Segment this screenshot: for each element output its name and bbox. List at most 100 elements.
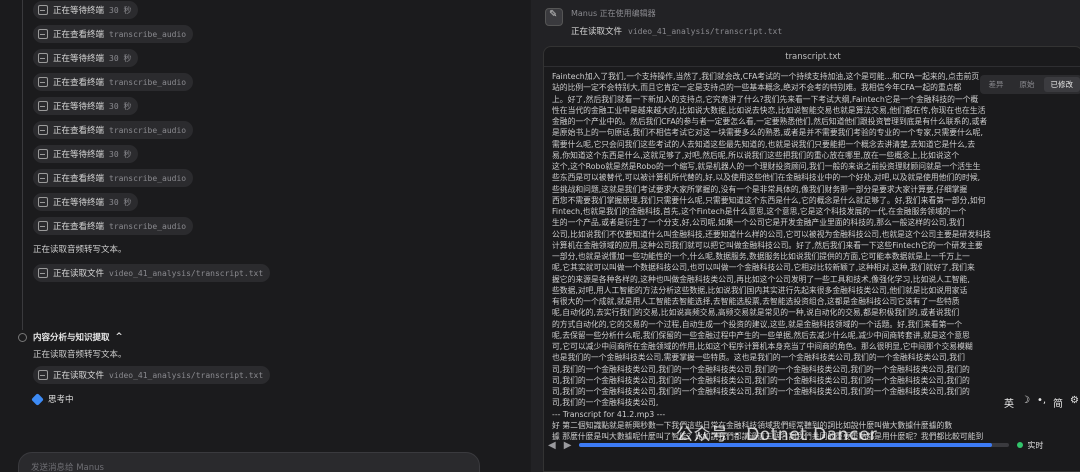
chip-arg: 30 秒 bbox=[109, 197, 132, 207]
file-line: 性在当代的金融工业中是越来越大的,比如说大数据,比如说去快恋,比如说智能交易也就… bbox=[552, 105, 986, 115]
terminal-icon bbox=[38, 197, 48, 207]
chip-arg: 30 秒 bbox=[109, 5, 132, 15]
terminal-icon bbox=[38, 53, 48, 63]
progress-track[interactable] bbox=[579, 443, 1010, 447]
file-line: 司,我们的一个金融科技类公司, bbox=[552, 398, 659, 408]
thinking-indicator: 思考中 bbox=[31, 392, 74, 406]
replay-bar: ◀ ▶ 实时 bbox=[548, 432, 1080, 458]
chip-arg: 30 秒 bbox=[109, 53, 132, 63]
chip-verb: 正在查看终端 bbox=[53, 30, 105, 40]
terminal-step-chip[interactable]: 正在等待终端 30 秒 bbox=[33, 193, 139, 211]
file-line: Fintech,也就是我们的金融科技,首先,这个Fintech是什么意思,这个意… bbox=[552, 207, 967, 216]
terminal-icon bbox=[38, 149, 48, 159]
file-line: 有很大的一个成就,就是用人工智能去智能选择,去智能选股票,去智能选投资组合,这都… bbox=[552, 297, 960, 306]
file-line: 可,它可以减少中间商所在金融领域的作用,比如这个程序计算机本身充当了中间商的角色… bbox=[552, 342, 973, 351]
terminal-step-chip[interactable]: 正在等待终端 30 秒 bbox=[33, 145, 139, 163]
file-line: 是原始书上的一句原话,我们不相信考试它对这一块需要多么的熟悉,或者是并不需要我们… bbox=[552, 128, 983, 138]
chip-verb: 正在等待终端 bbox=[53, 54, 105, 64]
file-line: 呢,它其实就可以叫做一个数据科技公司,也可以叫做一个金融科技公司,它相对比较新颖… bbox=[552, 263, 975, 273]
terminal-icon bbox=[38, 370, 48, 380]
file-line: 司,我们的一个金融科技类公司,我们的一个金融科技类公司,我们的一个金融科技类公司… bbox=[552, 375, 970, 385]
file-line: --- Transcript for 41.2.mp3 --- bbox=[552, 409, 666, 419]
section-title: 内容分析与知识提取 bbox=[33, 333, 110, 343]
mode-modified[interactable]: 已修改 bbox=[1043, 77, 1080, 92]
file-line: 些挑战和问题,这就是我们考试要求大家所掌握的,没有一个是非常具体的,像我们财务那… bbox=[552, 184, 968, 194]
terminal-step-chip[interactable]: 正在读取文件 video_41_analysis/transcript.txt bbox=[33, 264, 271, 282]
chip-verb: 正在查看终端 bbox=[53, 174, 105, 184]
file-title: transcript.txt bbox=[544, 47, 1080, 67]
file-line: 司,我们的一个金融科技类公司,我们的一个金融科技类公司,我们的一个金融科技类公司… bbox=[552, 387, 970, 396]
message-composer[interactable]: 发送消息给 Manus bbox=[18, 452, 480, 472]
terminal-icon bbox=[38, 221, 48, 231]
chip-arg: transcribe_audio bbox=[109, 221, 187, 231]
computer-header: Manus 正在使用编辑器 正在读取文件 video_41_analysis/t… bbox=[545, 8, 782, 37]
live-label: 实时 bbox=[1027, 440, 1044, 450]
chip-arg: transcribe_audio bbox=[109, 173, 187, 183]
chip-verb: 正在等待终端 bbox=[53, 6, 105, 16]
file-line: 些数据,对吧,用人工智能的方法分析这些数据,比如说我们国内其实进行先起来很多金融… bbox=[552, 285, 968, 295]
next-step-button[interactable]: ▶ bbox=[564, 440, 572, 451]
file-line: 计算机在金融领域的应用,这种公司我们就可以把它叫做金融科技公司。好了,然后我们来… bbox=[552, 240, 983, 250]
ime-lang-button[interactable]: 英 bbox=[1004, 395, 1014, 410]
chip-arg: 30 秒 bbox=[109, 149, 132, 159]
chip-verb: 正在查看终端 bbox=[53, 222, 105, 232]
terminal-step-chip[interactable]: 正在等待终端 30 秒 bbox=[33, 97, 139, 115]
chip-verb: 正在查看终端 bbox=[53, 126, 105, 136]
chip-verb: 正在等待终端 bbox=[53, 102, 105, 112]
terminal-icon bbox=[38, 125, 48, 135]
mode-diff[interactable]: 差异 bbox=[982, 77, 1011, 92]
terminal-step-chip[interactable]: 正在查看终端 transcribe_audio bbox=[33, 25, 194, 43]
chevron-up-icon: ^ bbox=[115, 332, 123, 342]
chip-verb: 正在读取文件 bbox=[53, 371, 105, 381]
file-line: 呢,去保留一些分析什么呢,我们保留的一些金融过程中产生的一些单据,然后去减少什么… bbox=[552, 330, 970, 340]
chip-verb: 正在等待终端 bbox=[53, 150, 105, 160]
terminal-step-chip[interactable]: 正在等待终端 30 秒 bbox=[33, 1, 139, 19]
computer-pane: Manus 正在使用编辑器 正在读取文件 video_41_analysis/t… bbox=[531, 0, 1080, 472]
mode-original[interactable]: 原始 bbox=[1013, 77, 1042, 92]
step-text: 正在读取音频转写文本。 bbox=[33, 245, 127, 255]
thinking-label: 思考中 bbox=[48, 395, 74, 405]
chip-verb: 正在读取文件 bbox=[53, 269, 105, 279]
action-arg: video_41_analysis/transcript.txt bbox=[628, 26, 783, 36]
file-line: 也是我们的一个金融科技类公司,需要掌握一些特质。这也是我们的一个金融科技类公司,… bbox=[552, 353, 965, 363]
terminal-step-chip[interactable]: 正在查看终端 transcribe_audio bbox=[33, 121, 194, 139]
terminal-icon bbox=[38, 77, 48, 87]
chip-arg: transcribe_audio bbox=[109, 77, 187, 87]
progress-fill bbox=[579, 443, 993, 447]
moon-icon[interactable]: ☽ bbox=[1021, 395, 1030, 410]
section-status-icon bbox=[18, 332, 27, 342]
terminal-icon bbox=[38, 5, 48, 15]
simplified-button[interactable]: 简 bbox=[1053, 395, 1063, 410]
file-line: 呢,自动化的,去实行我们的交易,比如说高频交易,高频交易就是常见的一种,说自动化… bbox=[552, 308, 960, 318]
file-line: 上。好了,然后我们就看一下新加入的支持点,它究竟讲了什么?我们先来看一下考试大纲… bbox=[552, 94, 979, 104]
file-line: 的方式自动化的,它的交易的一个过程,自动生成一个投资的建议,这些,就是金融科技领… bbox=[552, 319, 963, 329]
section-header[interactable]: 内容分析与知识提取 ^ bbox=[18, 331, 123, 343]
file-viewer: transcript.txt Faintech加入了我们,一个支持操作,当然了,… bbox=[543, 46, 1080, 472]
gear-icon[interactable]: ⚙ bbox=[1070, 395, 1079, 410]
chat-pane: 正在等待终端 30 秒正在查看终端 transcribe_audio 正在等待终端 30… bbox=[0, 0, 530, 472]
file-line: 公司,比如说我们不仅要知道什么叫金融科技,还要知道什么样的公司,它可以被视为金融… bbox=[552, 229, 991, 239]
terminal-step-chip[interactable]: 正在等待终端 30 秒 bbox=[33, 49, 139, 67]
read-file-chip[interactable]: 正在读取文件 video_41_analysis/transcript.txt bbox=[33, 366, 271, 384]
file-line: 这个,这个Robo就是然是Robo的一个缩写,就是机器人的一个理财投资顾问,我们… bbox=[552, 162, 981, 171]
file-content[interactable]: Faintech加入了我们,一个支持操作,当然了,我们就会改,CFA考试的一个持… bbox=[552, 71, 1080, 442]
chip-arg: video_41_analysis/transcript.txt bbox=[109, 370, 264, 380]
editor-icon bbox=[545, 8, 563, 26]
chip-verb: 正在等待终端 bbox=[53, 198, 105, 208]
live-indicator[interactable]: 实时 bbox=[1017, 440, 1043, 451]
spark-icon bbox=[31, 392, 44, 406]
computer-status: Manus 正在使用编辑器 bbox=[571, 9, 656, 18]
file-line: 一部分,也就是说懂加一些功能性的一个,什么呢,数据服务,数据服务比如说我们提供的… bbox=[552, 252, 970, 261]
file-line: 西您不需要我们掌握原理,我们只需要什么呢,只需要知道这个东西是什么,它的概念是什… bbox=[552, 195, 986, 205]
chip-arg: video_41_analysis/transcript.txt bbox=[109, 268, 264, 278]
composer-placeholder: 发送消息给 Manus bbox=[31, 463, 104, 472]
terminal-step-chip[interactable]: 正在查看终端 transcribe_audio bbox=[33, 217, 194, 235]
ime-toolbar: 英 ☽ •, 简 ⚙ bbox=[1004, 395, 1079, 410]
terminal-step-chip[interactable]: 正在查看终端 transcribe_audio bbox=[33, 169, 194, 187]
view-mode-toggle: 差异 原始 已修改 bbox=[979, 75, 1080, 94]
file-line: 金融的一个产业中的。然后我们CFA的参与者一定要怎么看,一定要熟悉他们,然后知道… bbox=[552, 117, 988, 126]
terminal-step-chip[interactable]: 正在查看终端 transcribe_audio bbox=[33, 73, 194, 91]
prev-step-button[interactable]: ◀ bbox=[548, 440, 556, 451]
punctuation-button[interactable]: •, bbox=[1037, 395, 1046, 410]
file-line: 需要什么呢,它只会问我们这些考试的人去知道这些最先知道的,也就是说我们只要能把一… bbox=[552, 139, 976, 149]
